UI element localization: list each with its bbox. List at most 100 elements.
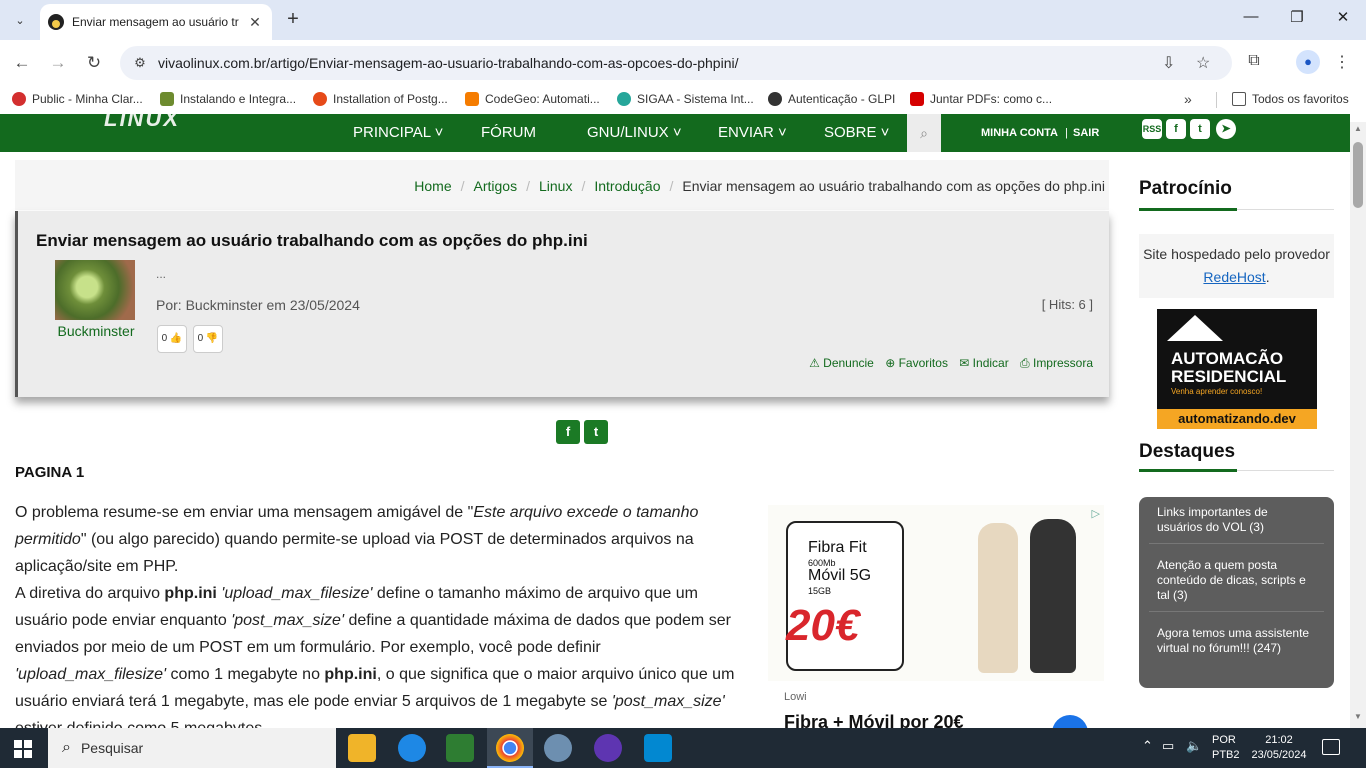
bookmark-item[interactable]: Autenticação - GLPI [768, 92, 895, 106]
ad-price: 20€ [786, 601, 860, 650]
menu-forum[interactable]: FÓRUM [481, 124, 536, 141]
print-link[interactable]: ⎙ Impressora [1020, 356, 1093, 370]
bookmark-label: Instalando e Integra... [180, 92, 297, 106]
rss-icon[interactable]: RSS [1142, 119, 1162, 139]
twitter-icon[interactable]: t [1190, 119, 1210, 139]
dislike-button[interactable]: 0 👎 [193, 325, 223, 353]
scroll-down-icon[interactable]: ▼ [1350, 712, 1366, 726]
clock[interactable]: 21:02 23/05/2024 [1248, 733, 1310, 763]
maximize-button[interactable]: ❐ [1274, 8, 1320, 26]
sponsor-link[interactable]: RedeHost [1203, 269, 1265, 285]
file-explorer-icon[interactable] [348, 734, 376, 762]
all-bookmarks-folder[interactable]: Todos os favoritos [1232, 92, 1349, 106]
site-search-icon[interactable]: ⌕ [907, 114, 941, 152]
site-info-icon[interactable]: ⚙ [130, 53, 150, 73]
hits-counter: [ Hits: 6 ] [1041, 297, 1093, 312]
bookmark-favicon-icon [313, 92, 327, 106]
folder-icon [1232, 92, 1246, 106]
back-arrow-icon[interactable]: ← [11, 52, 33, 74]
forward-arrow-icon[interactable]: → [47, 52, 69, 74]
minimize-button[interactable]: — [1228, 8, 1274, 25]
my-account-link[interactable]: MINHA CONTA [981, 127, 1058, 139]
clock-date: 23/05/2024 [1251, 749, 1307, 761]
windows-start-icon[interactable] [14, 740, 32, 758]
menu-gnu-linux[interactable]: GNU/LINUX ˅ [587, 124, 682, 141]
address-bar[interactable]: ⚙ vivaolinux.com.br/artigo/Enviar-mensag… [120, 46, 1232, 80]
adchoices-icon[interactable]: ▷ [1092, 507, 1100, 520]
new-tab-button[interactable]: + [282, 9, 304, 31]
highlights-heading: Destaques [1139, 441, 1236, 462]
page-scrollbar[interactable]: ▲ ▼ [1350, 122, 1366, 728]
bookmark-item[interactable]: Installation of Postg... [313, 92, 448, 106]
profile-avatar-icon[interactable]: ● [1296, 50, 1320, 74]
bookmark-item[interactable]: Public - Minha Clar... [12, 92, 143, 106]
author-name-link[interactable]: Buckminster [55, 323, 137, 339]
bookmark-favicon-icon [465, 92, 479, 106]
article-summary: ... [156, 267, 167, 281]
menu-principal[interactable]: PRINCIPAL ˅ [353, 124, 443, 141]
show-hidden-icons[interactable]: ⌃ [1142, 738, 1153, 754]
sponsor-heading: Patrocínio [1139, 178, 1232, 199]
bookmark-star-icon[interactable]: ☆ [1196, 53, 1210, 73]
scroll-up-icon[interactable]: ▲ [1350, 124, 1366, 138]
breadcrumb-artigos[interactable]: Artigos [474, 178, 518, 194]
menu-sobre[interactable]: SOBRE ˅ [824, 124, 889, 141]
author-avatar[interactable] [55, 260, 135, 320]
telegram-icon[interactable]: ➤ [1216, 119, 1236, 139]
favorite-link[interactable]: ⊕ Favoritos [885, 356, 948, 370]
bookmark-item[interactable]: CodeGeo: Automati... [465, 92, 600, 106]
ad-banner[interactable]: Fibra Fit 600Mb Móvil 5G 15GB 20€ ▷ [768, 505, 1104, 681]
browser-tab-active[interactable]: Enviar mensagem ao usuário tr ✕ [40, 4, 272, 40]
text-run-italic: 'post_max_size' [611, 693, 725, 710]
breadcrumb-linux[interactable]: Linux [539, 178, 572, 194]
browser-toolbar: ← → ↻ ⚙ vivaolinux.com.br/artigo/Enviar-… [0, 40, 1366, 86]
chrome-icon[interactable] [496, 734, 524, 762]
bookmark-item[interactable]: SIGAA - Sistema Int... [617, 92, 754, 106]
extensions-icon[interactable]: ⧉ [1243, 52, 1265, 70]
report-link[interactable]: ⚠ Denuncie [809, 356, 874, 370]
more-menu-icon[interactable]: ⋮ [1331, 52, 1353, 72]
logout-link[interactable]: SAIR [1073, 127, 1099, 139]
install-app-icon[interactable]: ⇩ [1162, 53, 1175, 73]
firefox-icon[interactable] [594, 734, 622, 762]
volume-icon[interactable]: 🔈 [1186, 738, 1202, 754]
reload-icon[interactable]: ↻ [83, 52, 105, 74]
url-text[interactable]: vivaolinux.com.br/artigo/Enviar-mensagem… [158, 55, 739, 71]
store-icon[interactable] [446, 734, 474, 762]
clock-time: 21:02 [1265, 734, 1293, 746]
article-header: Enviar mensagem ao usuário trabalhando c… [15, 211, 1109, 397]
close-window-button[interactable]: ✕ [1320, 8, 1366, 26]
breadcrumb-home[interactable]: Home [414, 178, 451, 194]
bookmark-item[interactable]: Instalando e Integra... [160, 92, 296, 106]
ad-headline[interactable]: Fibra + Móvil por 20€ [784, 712, 964, 728]
like-button[interactable]: 0 👍 [157, 325, 187, 353]
highlight-item[interactable]: Atenção a quem posta conteúdo de dicas, … [1149, 544, 1324, 612]
article-paragraph: A diretiva do arquivo php.ini 'upload_ma… [15, 580, 750, 728]
tab-close-icon[interactable]: ✕ [246, 14, 264, 31]
more-bookmarks-icon[interactable]: » [1184, 91, 1192, 107]
sponsor-banner[interactable]: AUTOMACÃO RESIDENCIAL Venha aprender con… [1157, 309, 1317, 429]
network-icon[interactable]: ▭ [1162, 738, 1174, 754]
menu-enviar[interactable]: ENVIAR ˅ [718, 124, 787, 141]
highlight-item[interactable]: Links importantes de usuários do VOL (3) [1149, 503, 1324, 544]
ad-cta-button[interactable] [1052, 715, 1088, 728]
bookmark-favicon-icon [768, 92, 782, 106]
notification-icon[interactable] [1322, 739, 1340, 755]
share-facebook-icon[interactable]: f [556, 420, 580, 444]
facebook-icon[interactable]: f [1166, 119, 1186, 139]
tab-search-button[interactable]: ⌄ [8, 8, 32, 32]
breadcrumb-introducao[interactable]: Introdução [594, 178, 660, 194]
paint-icon[interactable] [544, 734, 572, 762]
taskbar-search[interactable]: ⌕ Pesquisar [48, 728, 336, 768]
highlight-item[interactable]: Agora temos uma assistente virtual no fó… [1149, 612, 1324, 664]
windows-taskbar: ⌕ Pesquisar ⌃ ▭ 🔈 POR PTB2 21:02 23/05/202… [0, 728, 1366, 768]
bookmark-item[interactable]: Juntar PDFs: como c... [910, 92, 1052, 106]
skype-icon[interactable] [644, 734, 672, 762]
scroll-thumb[interactable] [1353, 142, 1363, 208]
share-twitter-icon[interactable]: t [584, 420, 608, 444]
language-indicator[interactable]: POR PTB2 [1212, 733, 1240, 763]
edge-icon[interactable] [398, 734, 426, 762]
recommend-link[interactable]: ✉ Indicar [959, 356, 1008, 370]
site-logo[interactable]: LINUX [104, 114, 180, 132]
all-bookmarks-label: Todos os favoritos [1252, 92, 1349, 106]
